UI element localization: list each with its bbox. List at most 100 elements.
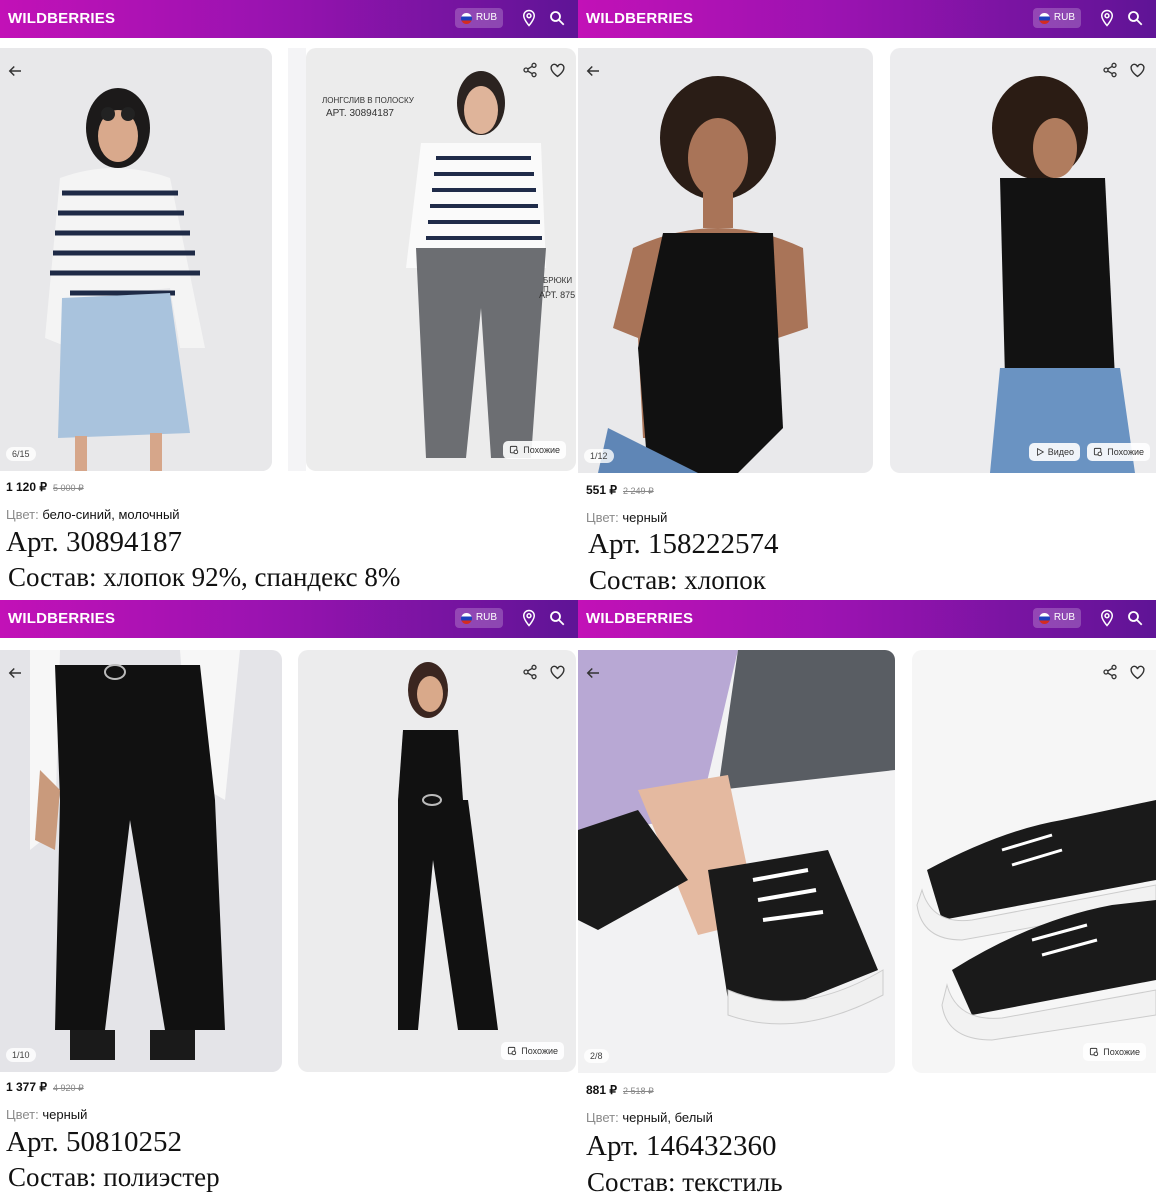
model-black-tank-top-photo (578, 48, 873, 473)
back-arrow-icon[interactable] (584, 62, 602, 80)
share-icon[interactable] (1102, 664, 1118, 680)
logo[interactable]: WILDBERRIES (586, 610, 693, 627)
currency-label: RUB (1053, 12, 1075, 23)
share-icon[interactable] (1102, 62, 1118, 78)
similar-button[interactable]: Похожие (1087, 443, 1150, 461)
back-arrow-icon[interactable] (6, 62, 24, 80)
similar-label: Похожие (1103, 1047, 1140, 1057)
product-photo-main[interactable]: 1/12 (578, 48, 873, 473)
article-number: Арт. 158222574 (588, 528, 779, 560)
back-arrow-icon[interactable] (6, 664, 24, 682)
color-value: черный (622, 510, 668, 525)
similar-button[interactable]: Похожие (503, 441, 566, 459)
old-price: 2 249 ₽ (623, 486, 654, 496)
currency-selector[interactable]: RUB (1032, 8, 1081, 28)
top-bar: WILDBERRIES RUB (578, 600, 1156, 638)
color-value: черный, белый (622, 1110, 713, 1125)
color-label: Цвет: (6, 1107, 39, 1122)
play-icon (1036, 447, 1044, 457)
russia-flag-icon (460, 612, 472, 624)
product-photo-main[interactable]: 2/8 (578, 650, 895, 1073)
similar-button[interactable]: Похожие (1083, 1043, 1146, 1061)
similar-icon (508, 1046, 517, 1055)
back-arrow-icon[interactable] (584, 664, 602, 682)
composition: Состав: текстиль (587, 1167, 783, 1197)
similar-icon (510, 445, 519, 454)
image-gap (288, 48, 306, 471)
similar-label: Похожие (521, 1046, 558, 1056)
product-photo-main[interactable]: 1/10 (0, 650, 282, 1072)
top-bar: WILDBERRIES RUB (578, 0, 1156, 38)
product-photo-secondary[interactable]: Похожие (298, 650, 576, 1072)
color-line: Цвет: черный, белый (586, 1110, 713, 1125)
similar-label: Похожие (523, 445, 560, 455)
location-pin-icon[interactable] (1098, 9, 1116, 27)
russia-flag-icon (1038, 612, 1050, 624)
video-label: Видео (1047, 447, 1074, 457)
similar-label: Похожие (1107, 447, 1144, 457)
model-full-body-photo (298, 650, 576, 1072)
product-panel-2: WILDBERRIES RUB 1/12 Видео Похожие 551 ₽… (578, 0, 1156, 600)
share-icon[interactable] (522, 664, 538, 680)
old-price: 2 518 ₽ (623, 1086, 654, 1096)
location-pin-icon[interactable] (1098, 609, 1116, 627)
similar-icon (1094, 447, 1103, 456)
price: 1 120 ₽ 5 000 ₽ (6, 480, 84, 494)
color-label: Цвет: (586, 510, 619, 525)
photo-annotation-1: ЛОНГСЛИВ В ПОЛОСКУ (322, 96, 414, 105)
color-label: Цвет: (6, 507, 39, 522)
color-line: Цвет: бело-синий, молочный (6, 507, 180, 522)
sneakers-pair-photo (912, 650, 1156, 1073)
currency-label: RUB (1053, 612, 1075, 623)
search-icon[interactable] (548, 609, 566, 627)
share-icon[interactable] (522, 62, 538, 78)
currency-selector[interactable]: RUB (1032, 608, 1081, 628)
color-value: бело-синий, молочный (42, 507, 180, 522)
logo[interactable]: WILDBERRIES (8, 10, 115, 27)
product-panel-1: WILDBERRIES RUB 6/15 ЛОНГСЛИВ В ПОЛОСКУ … (0, 0, 578, 600)
heart-icon[interactable] (549, 664, 566, 680)
color-value: черный (42, 1107, 88, 1122)
logo[interactable]: WILDBERRIES (586, 10, 693, 27)
logo[interactable]: WILDBERRIES (8, 610, 115, 627)
top-bar: WILDBERRIES RUB (0, 0, 578, 38)
model-black-trousers-photo (0, 650, 282, 1072)
price: 551 ₽ 2 249 ₽ (586, 483, 654, 497)
heart-icon[interactable] (1129, 664, 1146, 680)
article-number: Арт. 146432360 (586, 1130, 777, 1162)
color-line: Цвет: черный (586, 510, 667, 525)
composition: Состав: полиэстер (8, 1162, 220, 1192)
current-price: 881 ₽ (586, 1083, 617, 1097)
currency-selector[interactable]: RUB (454, 608, 503, 628)
product-panel-4: WILDBERRIES RUB 2/8 Похожие 881 ₽ 2 518 … (578, 600, 1156, 1200)
color-line: Цвет: черный (6, 1107, 87, 1122)
photo-annotation-2: АРТ. 30894187 (326, 108, 394, 119)
heart-icon[interactable] (1129, 62, 1146, 78)
color-label: Цвет: (586, 1110, 619, 1125)
product-photo-secondary[interactable]: ЛОНГСЛИВ В ПОЛОСКУ АРТ. 30894187 БРЮКИ П… (306, 48, 576, 471)
photo-counter: 6/15 (6, 447, 36, 461)
hands-tying-sneakers-photo (578, 650, 895, 1073)
russia-flag-icon (460, 12, 472, 24)
location-pin-icon[interactable] (520, 609, 538, 627)
product-photo-secondary[interactable]: Похожие (912, 650, 1156, 1073)
product-photo-main[interactable]: 6/15 (0, 48, 272, 471)
similar-button[interactable]: Похожие (501, 1042, 564, 1060)
search-icon[interactable] (1126, 609, 1144, 627)
heart-icon[interactable] (549, 62, 566, 78)
composition: Состав: хлопок 92%, спандекс 8% (8, 562, 401, 592)
article-number: Арт. 50810252 (6, 1126, 183, 1158)
russia-flag-icon (1038, 12, 1050, 24)
search-icon[interactable] (1126, 9, 1144, 27)
currency-label: RUB (475, 12, 497, 23)
model-striped-longsleeve-photo (0, 48, 272, 471)
current-price: 551 ₽ (586, 483, 617, 497)
currency-selector[interactable]: RUB (454, 8, 503, 28)
video-button[interactable]: Видео (1028, 443, 1080, 461)
search-icon[interactable] (548, 9, 566, 27)
location-pin-icon[interactable] (520, 9, 538, 27)
article-number: Арт. 30894187 (6, 526, 183, 558)
composition: Состав: хлопок (589, 565, 766, 595)
product-photo-secondary[interactable]: Видео Похожие (890, 48, 1156, 473)
price: 881 ₽ 2 518 ₽ (586, 1083, 654, 1097)
